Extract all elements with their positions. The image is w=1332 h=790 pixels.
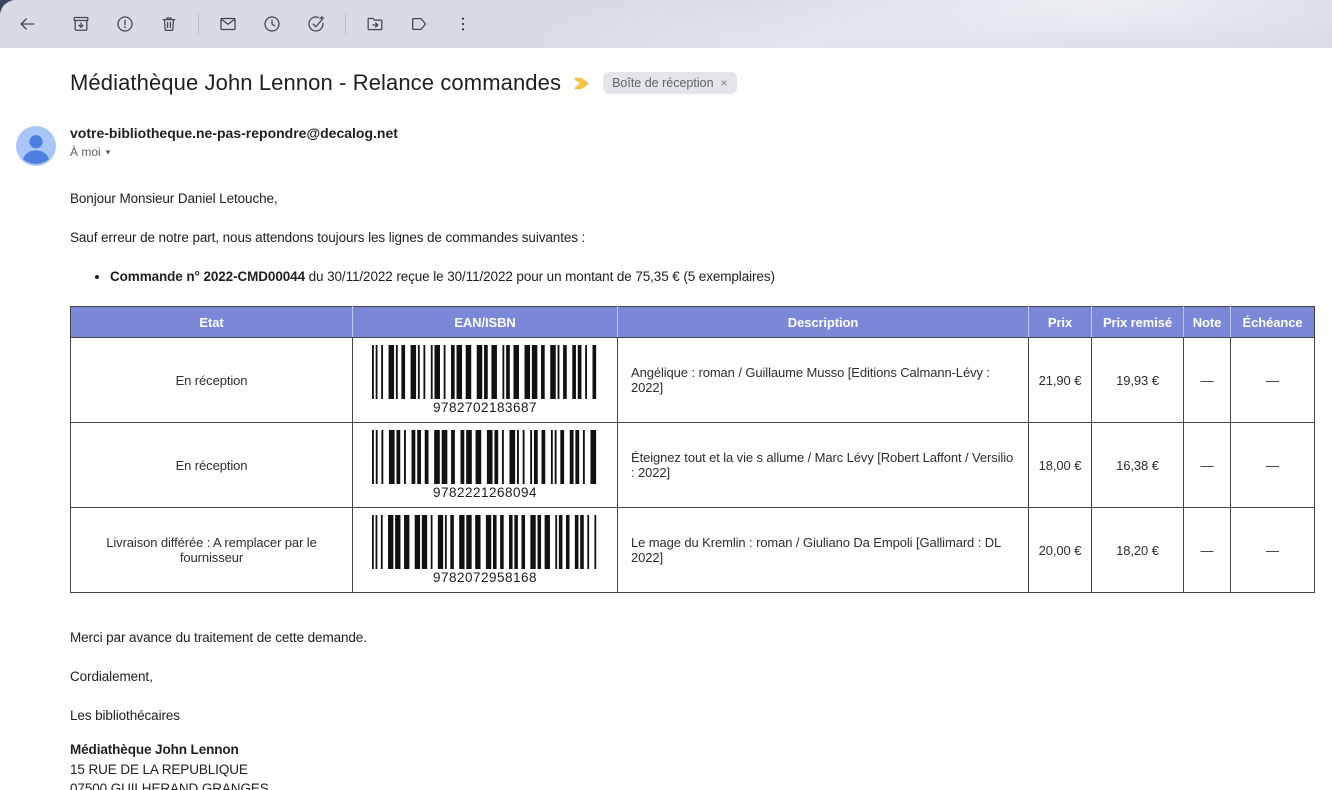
- order-list-item: Commande n° 2022-CMD00044 du 30/11/2022 …: [110, 269, 1314, 284]
- barcode: 9782702183687: [361, 345, 609, 415]
- cell-ean: 9782702183687: [353, 338, 618, 423]
- envelope-icon: [218, 14, 238, 34]
- cell-echeance: —: [1231, 423, 1315, 508]
- more-vert-icon: [453, 14, 473, 34]
- snooze-button[interactable]: [250, 2, 294, 46]
- barcode-number: 9782221268094: [433, 485, 537, 500]
- cell-note: —: [1184, 338, 1231, 423]
- inbox-label-text: Boîte de réception: [612, 76, 713, 90]
- cell-prix: 21,90 €: [1029, 338, 1092, 423]
- mail-toolbar: [0, 0, 1332, 48]
- intro-text: Sauf erreur de notre part, nous attendon…: [70, 230, 1314, 245]
- order-number: Commande n° 2022-CMD00044: [110, 269, 305, 284]
- more-options-button[interactable]: [441, 2, 485, 46]
- sender-avatar[interactable]: [16, 126, 56, 166]
- table-row: Livraison différée : A remplacer par le …: [71, 508, 1315, 593]
- cell-echeance: —: [1231, 338, 1315, 423]
- column-header: Note: [1184, 307, 1231, 338]
- column-header: EAN/ISBN: [353, 307, 618, 338]
- cell-echeance: —: [1231, 508, 1315, 593]
- recipient-dropdown[interactable]: À moi ▾: [70, 145, 110, 159]
- cell-note: —: [1184, 423, 1231, 508]
- labels-button[interactable]: [397, 2, 441, 46]
- barcode-image: [372, 345, 598, 399]
- remove-label-icon[interactable]: ×: [721, 76, 728, 90]
- barcode-image: [372, 515, 598, 569]
- email-body: Bonjour Monsieur Daniel Letouche, Sauf e…: [70, 191, 1314, 790]
- add-to-tasks-button[interactable]: [294, 2, 338, 46]
- closing-text: Cordialement,: [70, 669, 1314, 684]
- person-icon: [16, 126, 56, 166]
- toolbar-divider: [345, 14, 346, 34]
- toolbar-divider: [198, 14, 199, 34]
- archive-icon: [71, 14, 91, 34]
- org-address-line2: 07500 GUILHERAND GRANGES: [70, 779, 1314, 790]
- table-body: En réception 9782702183687 Angélique : r…: [71, 338, 1315, 593]
- cell-etat: Livraison différée : A remplacer par le …: [71, 508, 353, 593]
- order-list: Commande n° 2022-CMD00044 du 30/11/2022 …: [70, 269, 1314, 284]
- cell-ean: 9782072958168: [353, 508, 618, 593]
- order-table: EtatEAN/ISBNDescriptionPrixPrix remiséNo…: [70, 306, 1315, 593]
- column-header: Description: [618, 307, 1029, 338]
- org-address-line1: 15 RUE DE LA REPUBLIQUE: [70, 760, 1314, 780]
- barcode-number: 9782702183687: [433, 400, 537, 415]
- folder-move-icon: [365, 14, 385, 34]
- mark-unread-button[interactable]: [206, 2, 250, 46]
- cell-description: Éteignez tout et la vie s allume / Marc …: [618, 423, 1029, 508]
- column-header: Échéance: [1231, 307, 1315, 338]
- archive-button[interactable]: [59, 2, 103, 46]
- cell-note: —: [1184, 508, 1231, 593]
- report-spam-button[interactable]: [103, 2, 147, 46]
- order-details: du 30/11/2022 reçue le 30/11/2022 pour u…: [305, 269, 775, 284]
- barcode-image: [372, 430, 598, 484]
- back-arrow-icon: [17, 14, 37, 34]
- barcode: 9782221268094: [361, 430, 609, 500]
- move-to-button[interactable]: [353, 2, 397, 46]
- org-name: Médiathèque John Lennon: [70, 740, 1314, 760]
- signoff-text: Les bibliothécaires: [70, 708, 1314, 723]
- inbox-label-chip[interactable]: Boîte de réception ×: [603, 72, 736, 94]
- column-header: Etat: [71, 307, 353, 338]
- trash-icon: [159, 14, 179, 34]
- cell-prix-remise: 18,20 €: [1092, 508, 1184, 593]
- column-header: Prix: [1029, 307, 1092, 338]
- cell-prix: 20,00 €: [1029, 508, 1092, 593]
- column-header: Prix remisé: [1092, 307, 1184, 338]
- thanks-text: Merci par avance du traitement de cette …: [70, 630, 1314, 645]
- barcode-number: 9782072958168: [433, 570, 537, 585]
- cell-prix-remise: 19,93 €: [1092, 338, 1184, 423]
- back-button[interactable]: [5, 2, 49, 46]
- email-subject: Médiathèque John Lennon - Relance comman…: [70, 70, 561, 96]
- barcode: 9782072958168: [361, 515, 609, 585]
- sender-email: votre-bibliotheque.ne-pas-repondre@decal…: [70, 125, 1332, 141]
- importance-marker-icon[interactable]: [574, 77, 590, 90]
- cell-prix: 18,00 €: [1029, 423, 1092, 508]
- chevron-down-icon: ▾: [106, 147, 111, 158]
- cell-ean: 9782221268094: [353, 423, 618, 508]
- cell-prix-remise: 16,38 €: [1092, 423, 1184, 508]
- cell-description: Le mage du Kremlin : roman / Giuliano Da…: [618, 508, 1029, 593]
- email-pane: Médiathèque John Lennon - Relance comman…: [0, 0, 1332, 790]
- task-check-icon: [306, 14, 326, 34]
- table-row: En réception 9782702183687 Angélique : r…: [71, 338, 1315, 423]
- table-header-row: EtatEAN/ISBNDescriptionPrixPrix remiséNo…: [71, 307, 1315, 338]
- label-tag-icon: [409, 14, 429, 34]
- table-row: En réception 9782221268094 Éteignez tout…: [71, 423, 1315, 508]
- clock-icon: [262, 14, 282, 34]
- sender-row: votre-bibliotheque.ne-pas-repondre@decal…: [0, 125, 1332, 167]
- cell-etat: En réception: [71, 338, 353, 423]
- report-spam-icon: [115, 14, 135, 34]
- recipient-label: À moi: [70, 145, 101, 159]
- cell-etat: En réception: [71, 423, 353, 508]
- subject-row: Médiathèque John Lennon - Relance comman…: [70, 70, 1332, 96]
- delete-button[interactable]: [147, 2, 191, 46]
- cell-description: Angélique : roman / Guillaume Musso [Edi…: [618, 338, 1029, 423]
- greeting-text: Bonjour Monsieur Daniel Letouche,: [70, 191, 1314, 206]
